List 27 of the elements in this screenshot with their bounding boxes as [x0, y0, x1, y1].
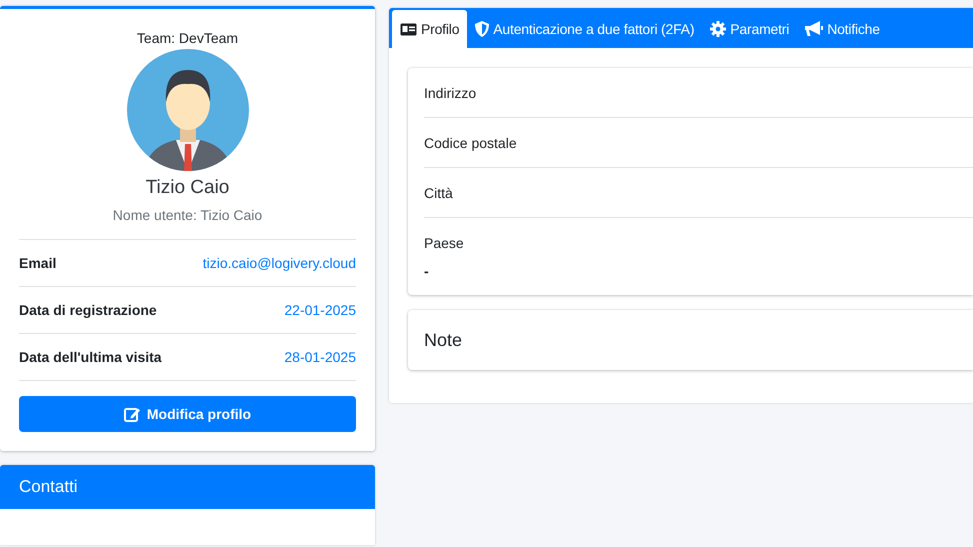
field-label: Indirizzo: [424, 84, 478, 102]
detail-label: Data di registrazione: [19, 302, 157, 318]
id-card-icon: [400, 22, 417, 36]
user-name: Tizio Caio: [146, 176, 230, 200]
field-label: Paese: [424, 234, 465, 252]
field-label: Città: [424, 184, 454, 202]
tab[interactable]: Notifiche: [797, 10, 888, 48]
team-label: Team: DevTeam: [136, 29, 238, 47]
edit-icon: [124, 406, 141, 422]
field-value: -: [424, 262, 430, 280]
settings-icon: [710, 21, 726, 37]
avatar-icon: [126, 48, 250, 172]
tab[interactable]: Profilo: [392, 10, 468, 48]
tab[interactable]: Parametri: [702, 10, 798, 48]
notes-title: Note: [424, 328, 464, 352]
detail-label: Email: [19, 255, 56, 271]
detail-value: 22-01-2025: [284, 302, 356, 318]
shield-icon: [475, 21, 490, 37]
detail-label: Data dell'ultima visita: [19, 349, 162, 365]
tab[interactable]: Autenticazione a due fattori (2FA): [467, 10, 702, 48]
detail-value: 28-01-2025: [284, 349, 356, 365]
detail-value: tizio.caio@logivery.cloud: [202, 255, 356, 271]
megaphone-icon: [805, 21, 824, 37]
edit-profile-button[interactable]: Modifica profilo: [19, 396, 356, 432]
username-label: Nome utente: Tizio Caio: [112, 207, 262, 223]
card-header: Contatti: [0, 465, 375, 509]
field-label: Codice postale: [424, 134, 518, 152]
